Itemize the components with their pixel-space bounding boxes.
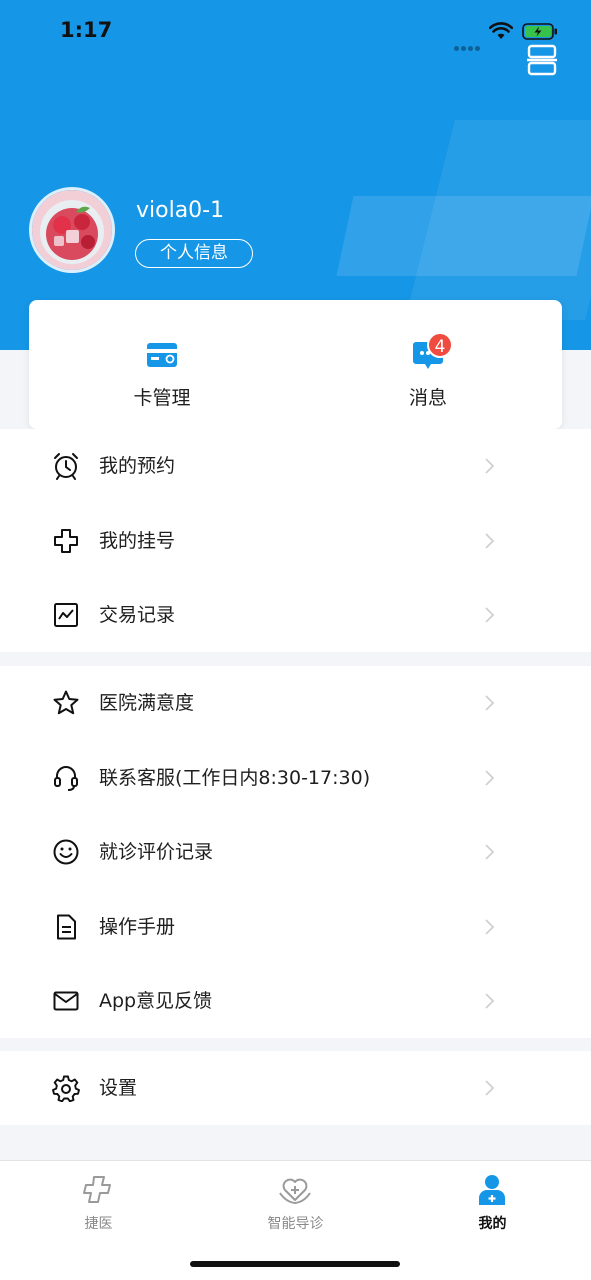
messages-label: 消息 xyxy=(408,387,447,409)
menu-item-customer-service[interactable]: 联系客服(工作日内8:30-17:30) xyxy=(0,741,591,816)
smiley-icon xyxy=(53,839,79,865)
signal-icon xyxy=(454,36,484,51)
chevron-right-icon xyxy=(485,695,495,711)
heart-hands-icon xyxy=(279,1178,311,1205)
menu-item-app-feedback[interactable]: App意见反馈 xyxy=(0,964,591,1039)
menu-item-label: 操作手册 xyxy=(99,915,176,938)
document-icon xyxy=(57,914,76,940)
menu-item-label: 我的挂号 xyxy=(99,529,176,552)
home-indicator xyxy=(190,1261,400,1267)
menu-item-label: 我的预约 xyxy=(99,455,176,478)
menu-item-user-manual[interactable]: 操作手册 xyxy=(0,890,591,965)
menu-item-settings[interactable]: 设置 xyxy=(0,1051,591,1125)
menu-item-label: 医院满意度 xyxy=(99,692,195,715)
decorative-shape xyxy=(336,196,591,276)
unread-badge: 4 xyxy=(427,332,453,358)
menu-group-services: 医院满意度 联系客服(工作日内8:30-17:30) 就诊评价记录 操作手册 A… xyxy=(0,666,591,1038)
username: viola0-1 xyxy=(136,198,225,223)
chevron-right-icon xyxy=(485,458,495,474)
menu-item-label: App意见反馈 xyxy=(99,990,213,1013)
medical-cross-icon xyxy=(54,528,78,553)
status-bar: 1:17 xyxy=(0,0,591,66)
chart-icon xyxy=(54,603,78,628)
menu-item-my-appointments[interactable]: 我的预约 xyxy=(0,429,591,504)
tab-jieyi[interactable]: 捷医 xyxy=(0,1161,197,1241)
headset-icon xyxy=(54,765,78,791)
mail-icon xyxy=(53,991,79,1011)
messages-button[interactable]: 消息 xyxy=(295,300,561,429)
personal-info-button[interactable]: 个人信息 xyxy=(135,239,253,268)
card-icon xyxy=(147,343,177,367)
wifi-icon xyxy=(489,22,513,39)
avatar[interactable] xyxy=(29,187,115,273)
tab-smart-triage[interactable]: 智能导诊 xyxy=(197,1161,394,1241)
cross-outline-icon xyxy=(83,1176,111,1203)
tab-label: 智能导诊 xyxy=(267,1216,324,1232)
chevron-right-icon xyxy=(485,919,495,935)
status-time: 1:17 xyxy=(60,18,113,42)
menu-item-label: 联系客服(工作日内8:30-17:30) xyxy=(99,766,371,789)
chevron-right-icon xyxy=(485,1080,495,1096)
alarm-clock-icon xyxy=(54,453,78,481)
menu-item-transaction-records[interactable]: 交易记录 xyxy=(0,578,591,653)
tab-label: 捷医 xyxy=(84,1216,113,1232)
menu-item-label: 设置 xyxy=(99,1077,138,1099)
menu-item-hospital-satisfaction[interactable]: 医院满意度 xyxy=(0,666,591,741)
quick-actions-card: 卡管理 消息 xyxy=(29,300,562,429)
tab-label: 我的 xyxy=(478,1216,507,1232)
menu-item-label: 交易记录 xyxy=(99,604,176,627)
gear-icon xyxy=(52,1075,80,1102)
card-management-label: 卡管理 xyxy=(133,387,191,409)
tab-mine[interactable]: 我的 xyxy=(394,1161,591,1241)
menu-item-label: 就诊评价记录 xyxy=(99,841,214,864)
menu-item-my-registration[interactable]: 我的挂号 xyxy=(0,504,591,579)
user-icon xyxy=(479,1175,505,1205)
menu-group-settings: 设置 xyxy=(0,1051,591,1125)
chevron-right-icon xyxy=(485,844,495,860)
chevron-right-icon xyxy=(485,770,495,786)
menu-group-appointments: 我的预约 我的挂号 交易记录 xyxy=(0,429,591,652)
chevron-right-icon xyxy=(485,533,495,549)
menu-item-visit-reviews[interactable]: 就诊评价记录 xyxy=(0,815,591,890)
battery-icon xyxy=(522,23,557,40)
scan-icon[interactable] xyxy=(526,44,558,76)
card-management-button[interactable]: 卡管理 xyxy=(29,300,295,429)
chevron-right-icon xyxy=(485,607,495,623)
chevron-right-icon xyxy=(485,993,495,1009)
star-icon xyxy=(53,690,79,715)
